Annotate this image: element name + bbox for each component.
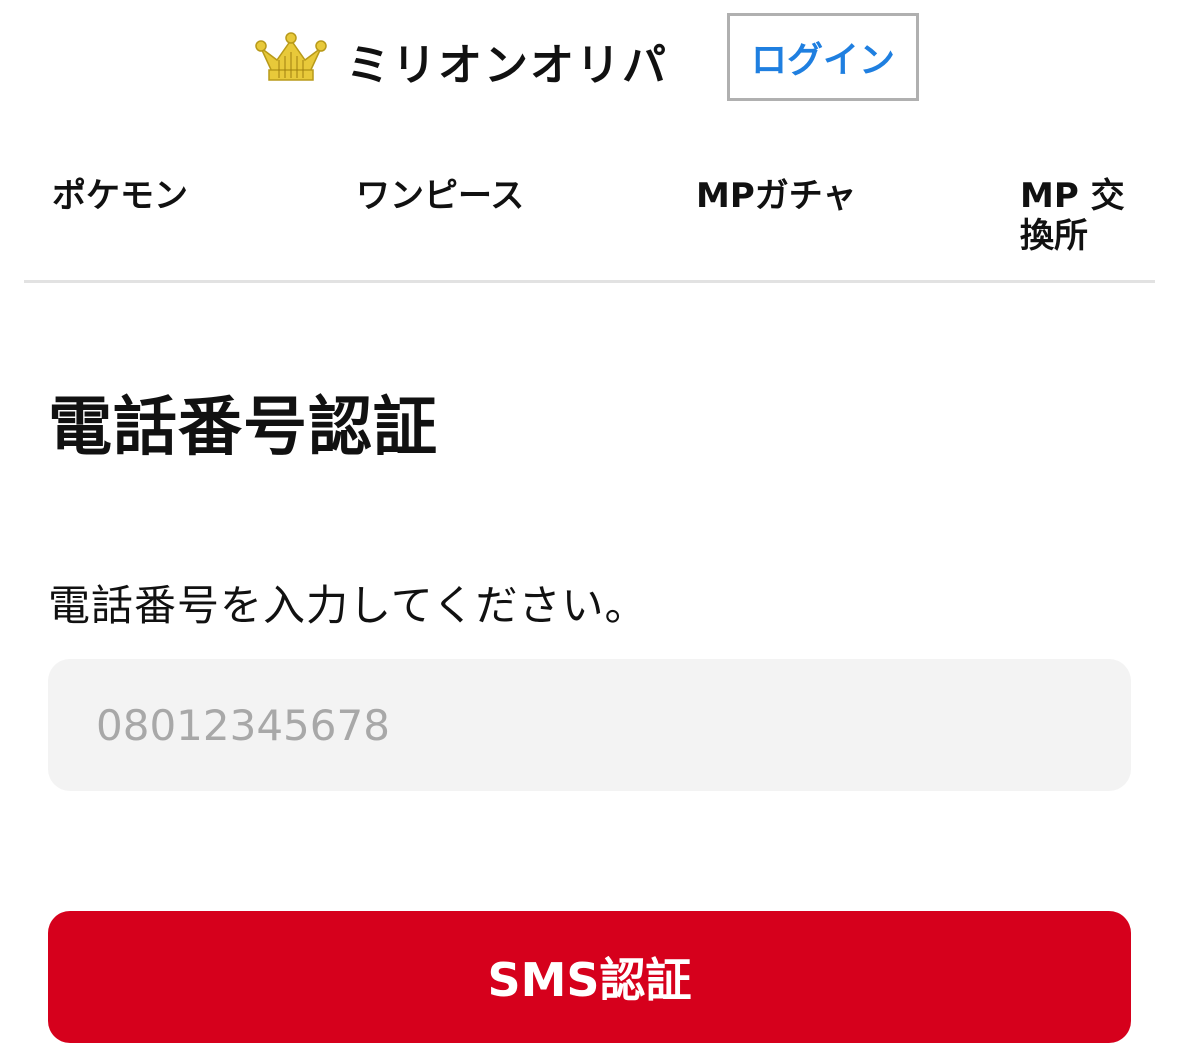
nav-item-mp-exchange[interactable]: MP 交換所 [1020,176,1140,256]
brand-name[interactable]: ミリオンオリパ [346,36,668,96]
page: ミリオンオリパ ログイン ポケモン ワンピース MPガチャ MP 交換所 電話番… [0,0,1179,1063]
nav-item-onepiece[interactable]: ワンピース [356,176,524,216]
site-header: ミリオンオリパ ログイン [0,0,1179,130]
nav-item-pokemon[interactable]: ポケモン [52,176,188,216]
phone-number-input[interactable] [48,659,1131,791]
category-nav: ポケモン ワンピース MPガチャ MP 交換所 [24,150,1155,283]
nav-item-mp-gacha[interactable]: MPガチャ [696,176,856,216]
login-button[interactable]: ログイン [727,13,919,101]
instruction-text: 電話番号を入力してください。 [48,581,648,630]
sms-verify-button[interactable]: SMS認証 [48,911,1131,1043]
crown-icon[interactable] [255,30,327,86]
page-title: 電話番号認証 [48,391,438,465]
